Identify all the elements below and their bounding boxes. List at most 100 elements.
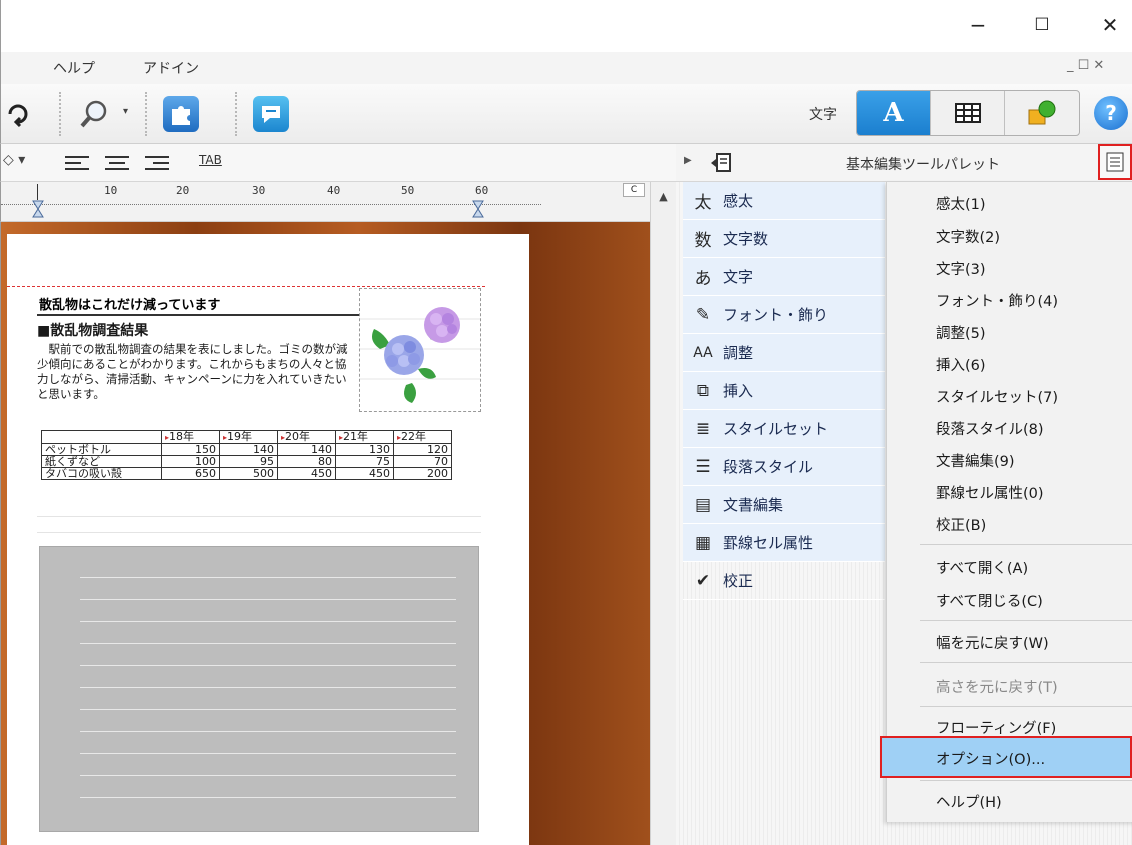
palette-item-label: 挿入 bbox=[723, 382, 754, 400]
table-cell[interactable]: 200 bbox=[393, 467, 452, 480]
table-cell[interactable]: 95 bbox=[219, 455, 278, 468]
help-button[interactable]: ? bbox=[1094, 96, 1128, 130]
palette-item-adjust[interactable]: AA 調整 bbox=[683, 334, 885, 372]
table-cell[interactable]: 80 bbox=[277, 455, 336, 468]
table-cell[interactable]: 140 bbox=[219, 443, 278, 456]
menu-separator bbox=[920, 620, 1132, 621]
table-header-cell[interactable]: ▸22年 bbox=[393, 430, 452, 444]
menu-item-adjust[interactable]: 調整(5) bbox=[936, 322, 986, 343]
search-dropdown-arrow-icon[interactable]: ▾ bbox=[123, 106, 128, 117]
palette-title: 基本編集ツールパレット bbox=[846, 157, 1000, 173]
table-cell[interactable]: 450 bbox=[277, 467, 336, 480]
redo-icon[interactable] bbox=[1, 96, 41, 132]
menu-item-insert[interactable]: 挿入(6) bbox=[936, 354, 986, 375]
menu-item-reset-width[interactable]: 幅を元に戻す(W) bbox=[936, 632, 1049, 653]
menu-item-collapse-all[interactable]: すべて閉じる(C) bbox=[936, 590, 1043, 611]
puzzle-icon[interactable] bbox=[163, 96, 199, 132]
palette-menu-button[interactable] bbox=[1098, 144, 1132, 180]
menu-help[interactable]: ヘルプ bbox=[53, 58, 95, 78]
palette-item-kanta[interactable]: 太感太 bbox=[683, 182, 885, 220]
left-indent-marker-icon[interactable] bbox=[32, 200, 44, 218]
close-button[interactable]: ✕ bbox=[1095, 10, 1125, 40]
palette-item-char-count[interactable]: 数文字数 bbox=[683, 220, 885, 258]
adjust-icon: AA bbox=[693, 344, 713, 361]
table-cell[interactable]: 500 bbox=[219, 467, 278, 480]
survey-table[interactable]: ▸18年 ▸19年 ▸20年 ▸21年 ▸22年 ペットボトル 150 140 … bbox=[41, 430, 452, 480]
frame-boundary bbox=[7, 286, 485, 287]
table-cell[interactable]: 70 bbox=[393, 455, 452, 468]
text-mode-button[interactable]: A bbox=[857, 91, 931, 135]
palette-item-document-edit[interactable]: ▤ 文書編集 bbox=[683, 486, 885, 524]
table-cell[interactable]: 650 bbox=[161, 467, 220, 480]
table-cell[interactable]: 150 bbox=[161, 443, 220, 456]
figure-mode-button[interactable] bbox=[1005, 91, 1079, 135]
menu-item-help[interactable]: ヘルプ(H) bbox=[936, 791, 1002, 812]
ruler-origin bbox=[37, 184, 38, 200]
document-window-controls[interactable]: _ ☐ ✕ bbox=[1067, 58, 1104, 73]
table-cell[interactable]: タバコの吸い殻 bbox=[41, 467, 162, 480]
table-cell[interactable]: 75 bbox=[335, 455, 394, 468]
palette-item-style-set[interactable]: ≣ スタイルセット bbox=[683, 410, 885, 448]
menu-item-char-count[interactable]: 文字数(2) bbox=[936, 226, 1000, 247]
style-dropdown-icon[interactable]: ◇ ▾ bbox=[3, 152, 25, 168]
menu-item-floating[interactable]: フローティング(F) bbox=[936, 717, 1056, 738]
menu-item-kanta[interactable]: 感太(1) bbox=[936, 193, 986, 214]
table-cell[interactable]: 140 bbox=[277, 443, 336, 456]
table-header-cell[interactable]: ▸19年 bbox=[219, 430, 278, 444]
table-header-cell[interactable]: ▸20年 bbox=[277, 430, 336, 444]
menu-item-font[interactable]: フォント・飾り(4) bbox=[936, 290, 1058, 311]
palette-item-label: 調整 bbox=[723, 344, 754, 362]
search-icon[interactable] bbox=[77, 96, 113, 132]
font-icon: ✎ bbox=[695, 304, 711, 325]
align-center-icon[interactable] bbox=[105, 152, 129, 174]
table-row: タバコの吸い殻 650 500 450 450 200 bbox=[41, 467, 452, 480]
palette-item-border-cell[interactable]: ▦ 罫線セル属性 bbox=[683, 524, 885, 562]
menu-item-expand-all[interactable]: すべて開く(A) bbox=[936, 557, 1028, 578]
vertical-scrollbar[interactable]: ▲ bbox=[650, 182, 676, 845]
menu-item-paragraph-style[interactable]: 段落スタイル(8) bbox=[936, 418, 1044, 439]
text-frame-placeholder[interactable] bbox=[39, 546, 479, 832]
tab-button[interactable]: TAB bbox=[199, 153, 222, 167]
document-heading[interactable]: ■散乱物調査結果 bbox=[37, 320, 148, 340]
comment-icon[interactable] bbox=[253, 96, 289, 132]
document-page[interactable]: 散乱物はこれだけ減っています ■散乱物調査結果 駅前での散乱物調査の結果を表にし… bbox=[7, 234, 529, 845]
table-header-cell[interactable]: ▸21年 bbox=[335, 430, 394, 444]
menu-addin[interactable]: アドイン bbox=[143, 58, 199, 78]
palette-item-paragraph-style[interactable]: ☰ 段落スタイル bbox=[683, 448, 885, 486]
table-row: ペットボトル 150 140 140 130 120 bbox=[41, 443, 452, 456]
minimize-button[interactable]: − bbox=[963, 10, 993, 40]
maximize-button[interactable]: ☐ bbox=[1027, 10, 1057, 40]
menu-item-border-cell[interactable]: 罫線セル属性(0) bbox=[936, 482, 1044, 503]
table-cell[interactable] bbox=[41, 430, 162, 444]
table-header-cell[interactable]: ▸18年 bbox=[161, 430, 220, 444]
hydrangea-image[interactable] bbox=[359, 288, 481, 412]
menu-item-style-set[interactable]: スタイルセット(7) bbox=[936, 386, 1058, 407]
palette-item-font[interactable]: ✎ フォント・飾り bbox=[683, 296, 885, 334]
align-right-icon[interactable] bbox=[145, 152, 169, 174]
title-underline bbox=[37, 314, 359, 316]
palette-expand-icon[interactable]: ▶ bbox=[684, 155, 692, 166]
scroll-up-icon[interactable]: ▲ bbox=[651, 190, 676, 203]
document-title[interactable]: 散乱物はこれだけ減っています bbox=[39, 294, 220, 313]
palette-item-proofread[interactable]: ✔ 校正 bbox=[683, 562, 885, 600]
table-cell[interactable]: 120 bbox=[393, 443, 452, 456]
ruler-corner-button[interactable]: C bbox=[623, 183, 645, 197]
menu-item-text[interactable]: 文字(3) bbox=[936, 258, 986, 279]
palette-item-text[interactable]: あ文字 bbox=[683, 258, 885, 296]
table-mode-button[interactable] bbox=[931, 91, 1005, 135]
menu-item-proofread[interactable]: 校正(B) bbox=[936, 514, 986, 535]
title-bar: − ☐ ✕ bbox=[0, 0, 1132, 52]
document-body-text[interactable]: 駅前での散乱物調査の結果を表にしました。ゴミの数が減少傾向にあることがわかります… bbox=[37, 342, 357, 402]
table-cell[interactable]: 100 bbox=[161, 455, 220, 468]
menu-item-options[interactable]: オプション(O)... bbox=[936, 748, 1045, 769]
palette-item-insert[interactable]: ⧉ 挿入 bbox=[683, 372, 885, 410]
table-cell[interactable]: 130 bbox=[335, 443, 394, 456]
table-cell[interactable]: ペットボトル bbox=[41, 443, 162, 456]
align-left-icon[interactable] bbox=[65, 152, 89, 174]
table-cell[interactable]: 450 bbox=[335, 467, 394, 480]
palette-tool-icon[interactable] bbox=[710, 152, 734, 178]
menu-item-document-edit[interactable]: 文書編集(9) bbox=[936, 450, 1015, 471]
right-indent-marker-icon[interactable] bbox=[472, 200, 484, 218]
table-cell[interactable]: 紙くずなど bbox=[41, 455, 162, 468]
horizontal-ruler[interactable]: 10 20 30 40 50 60 C bbox=[0, 182, 676, 222]
